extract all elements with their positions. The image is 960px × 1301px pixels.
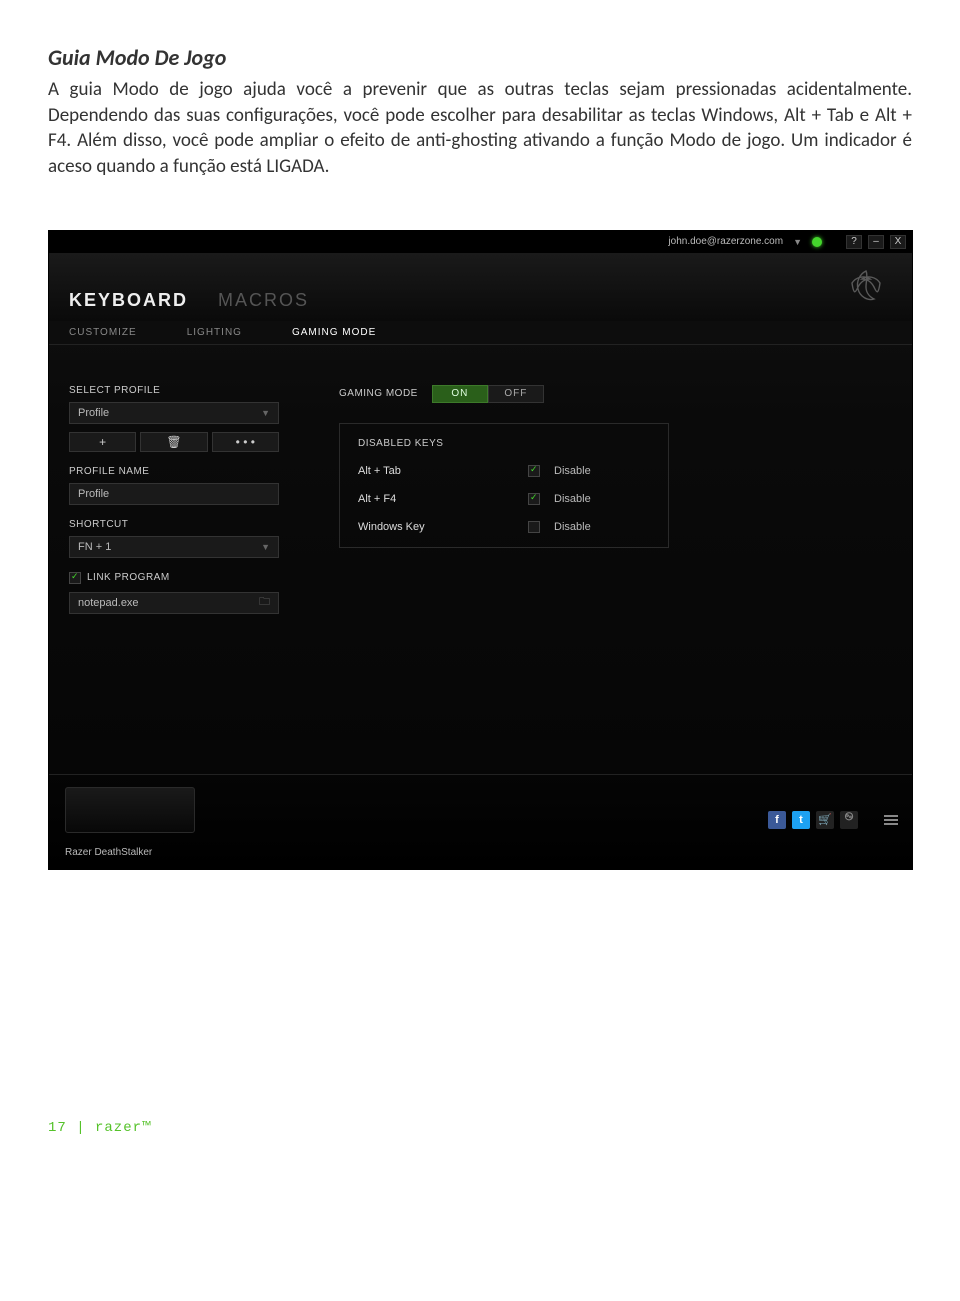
razer-synapse-window: john.doe@razerzone.com ▼ ? – X KEYBOARD … bbox=[48, 230, 913, 870]
doc-paragraph: A guia Modo de jogo ajuda você a preveni… bbox=[48, 77, 912, 180]
tab-keyboard[interactable]: KEYBOARD bbox=[69, 290, 218, 321]
link-program-label: LINK PROGRAM bbox=[87, 572, 170, 583]
facebook-icon[interactable]: f bbox=[768, 811, 786, 829]
delete-profile-button[interactable]: 🗑 bbox=[140, 432, 207, 452]
shortcut-label: SHORTCUT bbox=[69, 519, 279, 530]
razer-logo-icon bbox=[838, 261, 894, 320]
toggle-off[interactable]: OFF bbox=[488, 385, 544, 403]
key-name: Alt + F4 bbox=[358, 493, 528, 505]
shortcut-value: FN + 1 bbox=[78, 541, 111, 553]
disable-label: Disable bbox=[554, 521, 591, 533]
cart-icon[interactable]: 🛒 bbox=[816, 811, 834, 829]
linked-program-field[interactable]: notepad.exe 🗀 bbox=[69, 592, 279, 614]
profile-dropdown[interactable]: Profile ▼ bbox=[69, 402, 279, 424]
social-row: f t 🛒 ࿊ bbox=[768, 811, 898, 829]
close-button[interactable]: X bbox=[890, 235, 906, 249]
chevron-down-icon[interactable]: ▼ bbox=[793, 237, 802, 247]
shortcut-dropdown[interactable]: FN + 1 ▼ bbox=[69, 536, 279, 558]
bottom-bar: Razer DeathStalker f t 🛒 ࿊ bbox=[49, 774, 912, 869]
gaming-mode-toggle[interactable]: ON OFF bbox=[432, 385, 544, 403]
keyboard-thumbnail[interactable] bbox=[65, 787, 195, 833]
content-area: SELECT PROFILE Profile ▼ + 🗑 • • • PROFI… bbox=[49, 345, 912, 775]
twitter-icon[interactable]: t bbox=[792, 811, 810, 829]
minimize-button[interactable]: – bbox=[868, 235, 884, 249]
subtab-lighting[interactable]: LIGHTING bbox=[187, 327, 242, 338]
profile-dropdown-value: Profile bbox=[78, 407, 109, 419]
disable-label: Disable bbox=[554, 465, 591, 477]
main-panel: GAMING MODE ON OFF DISABLED KEYS Alt + T… bbox=[279, 385, 892, 775]
sidebar: SELECT PROFILE Profile ▼ + 🗑 • • • PROFI… bbox=[69, 385, 279, 775]
user-email[interactable]: john.doe@razerzone.com bbox=[668, 236, 783, 247]
chevron-down-icon: ▼ bbox=[261, 408, 270, 418]
link-program-checkbox[interactable] bbox=[69, 572, 81, 584]
disabled-key-row: Alt + Tab Disable bbox=[358, 465, 650, 477]
disable-checkbox[interactable] bbox=[528, 465, 540, 477]
subtab-customize[interactable]: CUSTOMIZE bbox=[69, 327, 137, 338]
toggle-on[interactable]: ON bbox=[432, 385, 488, 403]
gaming-mode-label: GAMING MODE bbox=[339, 388, 418, 399]
menu-icon[interactable] bbox=[884, 813, 898, 827]
tab-macros[interactable]: MACROS bbox=[218, 290, 339, 321]
disable-checkbox[interactable] bbox=[528, 493, 540, 505]
doc-title: Guia Modo De Jogo bbox=[48, 44, 912, 71]
app-header: KEYBOARD MACROS bbox=[49, 253, 912, 321]
disabled-keys-title: DISABLED KEYS bbox=[358, 438, 650, 449]
subtab-gaming-mode[interactable]: GAMING MODE bbox=[292, 327, 376, 338]
select-profile-label: SELECT PROFILE bbox=[69, 385, 279, 396]
disabled-key-row: Windows Key Disable bbox=[358, 521, 650, 533]
status-indicator-icon bbox=[812, 237, 822, 247]
disabled-keys-panel: DISABLED KEYS Alt + Tab Disable Alt + F4… bbox=[339, 423, 669, 548]
profile-name-input[interactable] bbox=[69, 483, 279, 505]
razer-icon[interactable]: ࿊ bbox=[840, 811, 858, 829]
key-name: Windows Key bbox=[358, 521, 528, 533]
device-name: Razer DeathStalker bbox=[65, 847, 152, 858]
chevron-down-icon: ▼ bbox=[261, 542, 270, 552]
disabled-key-row: Alt + F4 Disable bbox=[358, 493, 650, 505]
folder-icon[interactable]: 🗀 bbox=[259, 593, 270, 612]
linked-program-name: notepad.exe bbox=[78, 597, 139, 609]
profile-name-label: PROFILE NAME bbox=[69, 466, 279, 477]
disable-checkbox[interactable] bbox=[528, 521, 540, 533]
key-name: Alt + Tab bbox=[358, 465, 528, 477]
window-topbar: john.doe@razerzone.com ▼ ? – X bbox=[49, 231, 912, 253]
page-footer: 17 | razer™ bbox=[0, 870, 960, 1166]
sub-tabs: CUSTOMIZE LIGHTING GAMING MODE bbox=[49, 321, 912, 345]
add-profile-button[interactable]: + bbox=[69, 432, 136, 452]
profile-more-button[interactable]: • • • bbox=[212, 432, 279, 452]
disable-label: Disable bbox=[554, 493, 591, 505]
help-button[interactable]: ? bbox=[846, 235, 862, 249]
trash-icon: 🗑 bbox=[166, 435, 181, 449]
